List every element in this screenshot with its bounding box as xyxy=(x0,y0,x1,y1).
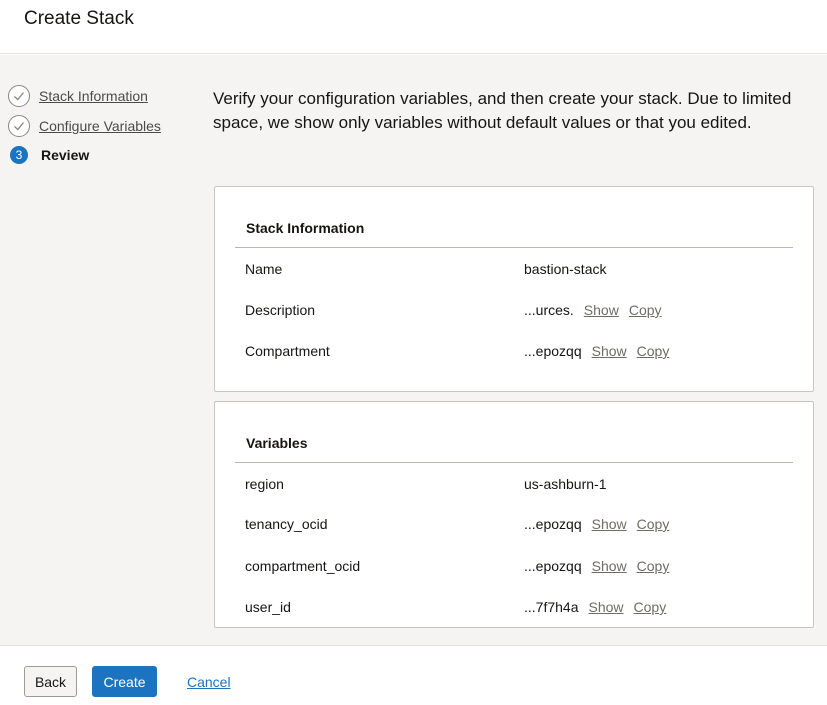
row-value: us-ashburn-1 xyxy=(524,476,607,492)
check-circle-icon xyxy=(8,85,30,107)
row-value: bastion-stack xyxy=(524,261,607,277)
row-key: Name xyxy=(245,261,283,277)
table-row: Description ...urces. Show Copy xyxy=(245,302,785,322)
step-review: 3 Review xyxy=(8,144,89,166)
page-title: Create Stack xyxy=(24,8,134,29)
row-value: ...epozqq xyxy=(524,343,582,359)
variables-card: Variables region us-ashburn-1 tenancy_oc… xyxy=(214,401,814,628)
step-label: Review xyxy=(41,147,90,163)
table-row: user_id ...7f7h4a Show Copy xyxy=(245,599,785,619)
show-link[interactable]: Show xyxy=(584,302,619,318)
table-row: Name bastion-stack xyxy=(245,261,785,281)
row-value: ...urces. xyxy=(524,302,574,318)
footer-actions: Back Create Cancel xyxy=(0,645,827,705)
row-key: user_id xyxy=(245,599,291,615)
main-content: Verify your configuration variables, and… xyxy=(197,55,827,645)
table-row: region us-ashburn-1 xyxy=(245,476,785,496)
row-key: region xyxy=(245,476,284,492)
row-key: tenancy_ocid xyxy=(245,516,328,532)
show-link[interactable]: Show xyxy=(592,558,627,574)
show-link[interactable]: Show xyxy=(592,343,627,359)
card-title: Stack Information xyxy=(246,220,365,236)
row-key: compartment_ocid xyxy=(245,558,361,574)
copy-link[interactable]: Copy xyxy=(629,302,662,318)
create-button[interactable]: Create xyxy=(92,666,157,697)
table-row: Compartment ...epozqq Show Copy xyxy=(245,343,785,363)
row-value: ...7f7h4a xyxy=(524,599,579,615)
divider xyxy=(235,462,793,463)
intro-text: Verify your configuration variables, and… xyxy=(213,89,792,132)
card-title: Variables xyxy=(246,435,308,451)
row-value: ...epozqq xyxy=(524,516,582,532)
copy-link[interactable]: Copy xyxy=(637,343,670,359)
cancel-link[interactable]: Cancel xyxy=(187,674,231,690)
step-label[interactable]: Stack Information xyxy=(39,88,148,104)
step-label[interactable]: Configure Variables xyxy=(39,118,161,134)
row-key: Description xyxy=(245,302,316,318)
table-row: compartment_ocid ...epozqq Show Copy xyxy=(245,558,785,578)
check-circle-icon xyxy=(8,115,30,137)
wizard-steps: Stack Information Configure Variables 3 … xyxy=(0,55,197,645)
page-header: Create Stack xyxy=(0,0,827,54)
step-configure-variables[interactable]: Configure Variables xyxy=(8,115,161,137)
divider xyxy=(235,247,793,248)
table-row: tenancy_ocid ...epozqq Show Copy xyxy=(245,516,785,536)
show-link[interactable]: Show xyxy=(592,516,627,532)
show-link[interactable]: Show xyxy=(589,599,624,615)
row-key: Compartment xyxy=(245,343,330,359)
back-button[interactable]: Back xyxy=(24,666,77,697)
copy-link[interactable]: Copy xyxy=(637,558,670,574)
row-value: ...epozqq xyxy=(524,558,582,574)
copy-link[interactable]: Copy xyxy=(634,599,667,615)
copy-link[interactable]: Copy xyxy=(637,516,670,532)
step-number-badge: 3 xyxy=(10,146,28,164)
step-stack-information[interactable]: Stack Information xyxy=(8,85,148,107)
stack-information-card: Stack Information Name bastion-stack Des… xyxy=(214,186,814,392)
